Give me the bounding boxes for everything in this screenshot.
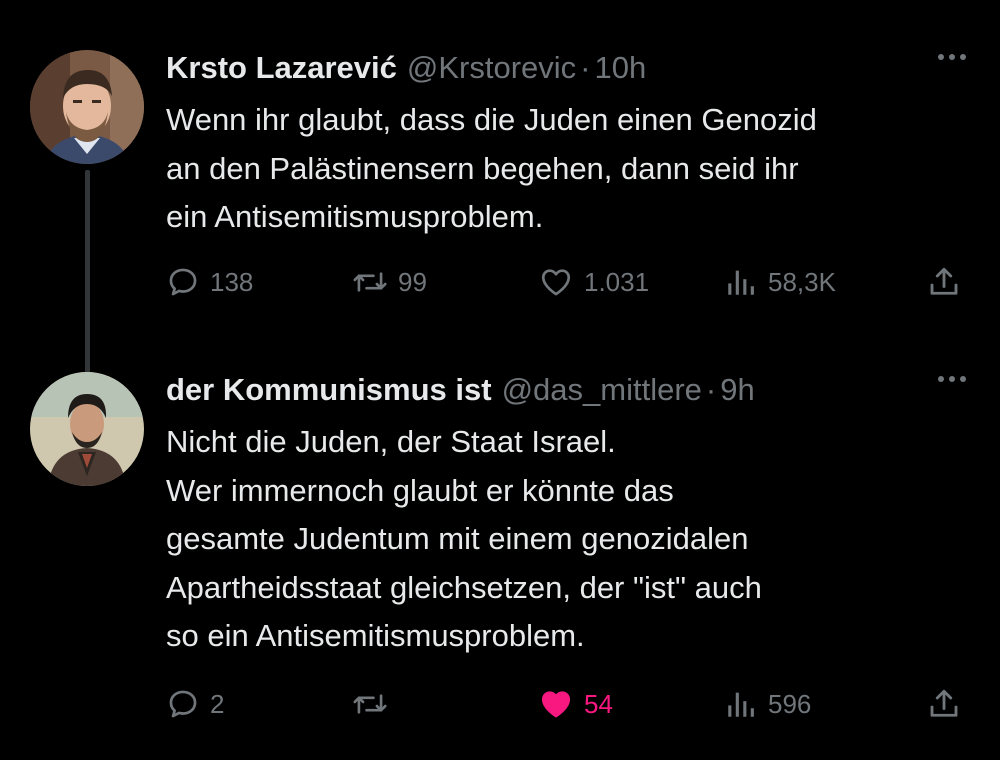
retweet-button[interactable]: 99 — [352, 262, 427, 302]
avatar[interactable] — [30, 50, 144, 164]
tweet-text-line: Nicht die Juden, der Staat Israel. — [166, 424, 616, 459]
share-button[interactable] — [926, 262, 962, 302]
retweet-count: 99 — [398, 266, 427, 297]
share-button[interactable] — [926, 684, 962, 724]
timestamp[interactable]: 10h — [595, 50, 647, 86]
avatar[interactable] — [30, 372, 144, 486]
author-name[interactable]: der Kommunismus ist — [166, 372, 492, 408]
like-count: 54 — [584, 688, 613, 719]
share-icon — [926, 686, 962, 722]
views-button[interactable]: 596 — [724, 684, 811, 724]
timestamp[interactable]: 9h — [720, 372, 754, 408]
more-icon[interactable] — [938, 376, 966, 382]
author-handle[interactable]: @das_mittlere — [502, 372, 702, 408]
views-count: 58,3K — [768, 266, 836, 297]
share-icon — [926, 264, 962, 300]
tweet-header: der Kommunismus ist @das_mittlere · 9h — [166, 372, 755, 412]
separator: · — [705, 372, 717, 407]
author-handle[interactable]: @Krstorevic — [407, 50, 576, 86]
tweet-text-line: ein Antisemitismusproblem. — [166, 199, 544, 234]
like-count: 1.031 — [584, 266, 650, 297]
reply-icon — [166, 265, 200, 299]
like-button[interactable]: 1.031 — [538, 262, 649, 302]
author-name[interactable]: Krsto Lazarević — [166, 50, 397, 86]
reply-count: 138 — [210, 266, 254, 297]
views-count: 596 — [768, 688, 812, 719]
tweet-text: Nicht die Juden, der Staat Israel. Wer i… — [166, 418, 976, 661]
tweet-header: Krsto Lazarević @Krstorevic · 10h — [166, 50, 646, 90]
retweet-icon — [352, 687, 388, 721]
tweet-text-line: Wer immernoch glaubt er könnte das — [166, 472, 674, 508]
tweet[interactable]: Krsto Lazarević @Krstorevic · 10h Wenn i… — [0, 40, 1000, 402]
tweet-text-line: Wenn ihr glaubt, dass die Juden einen Ge… — [166, 102, 817, 137]
views-button[interactable]: 58,3K — [724, 262, 836, 302]
reply-icon — [166, 687, 200, 721]
reply-button[interactable]: 2 — [166, 684, 224, 724]
heart-icon — [538, 687, 574, 721]
tweet-text-line: so ein Antisemitismusproblem. — [166, 618, 585, 653]
tweet-text-line: an den Palästinensern begehen, dann seid… — [166, 150, 799, 186]
retweet-button[interactable] — [352, 684, 398, 724]
tweet-actions: 138 99 1.031 58,3K — [166, 262, 976, 302]
views-icon — [724, 265, 758, 299]
reply-count: 2 — [210, 688, 225, 719]
retweet-icon — [352, 265, 388, 299]
tweet[interactable]: der Kommunismus ist @das_mittlere · 9h N… — [0, 362, 1000, 742]
tweet-text: Wenn ihr glaubt, dass die Juden einen Ge… — [166, 96, 976, 242]
heart-icon — [538, 265, 574, 299]
more-icon[interactable] — [938, 54, 966, 60]
tweet-text-line: Apartheidsstaat gleichsetzen, der "ist" … — [166, 569, 762, 605]
separator: · — [580, 50, 591, 85]
tweet-actions: 2 54 596 — [166, 684, 976, 724]
views-icon — [724, 687, 758, 721]
like-button[interactable]: 54 — [538, 684, 613, 724]
tweet-text-line: gesamte Judentum mit einem genozidalen — [166, 521, 749, 556]
reply-button[interactable]: 138 — [166, 262, 253, 302]
